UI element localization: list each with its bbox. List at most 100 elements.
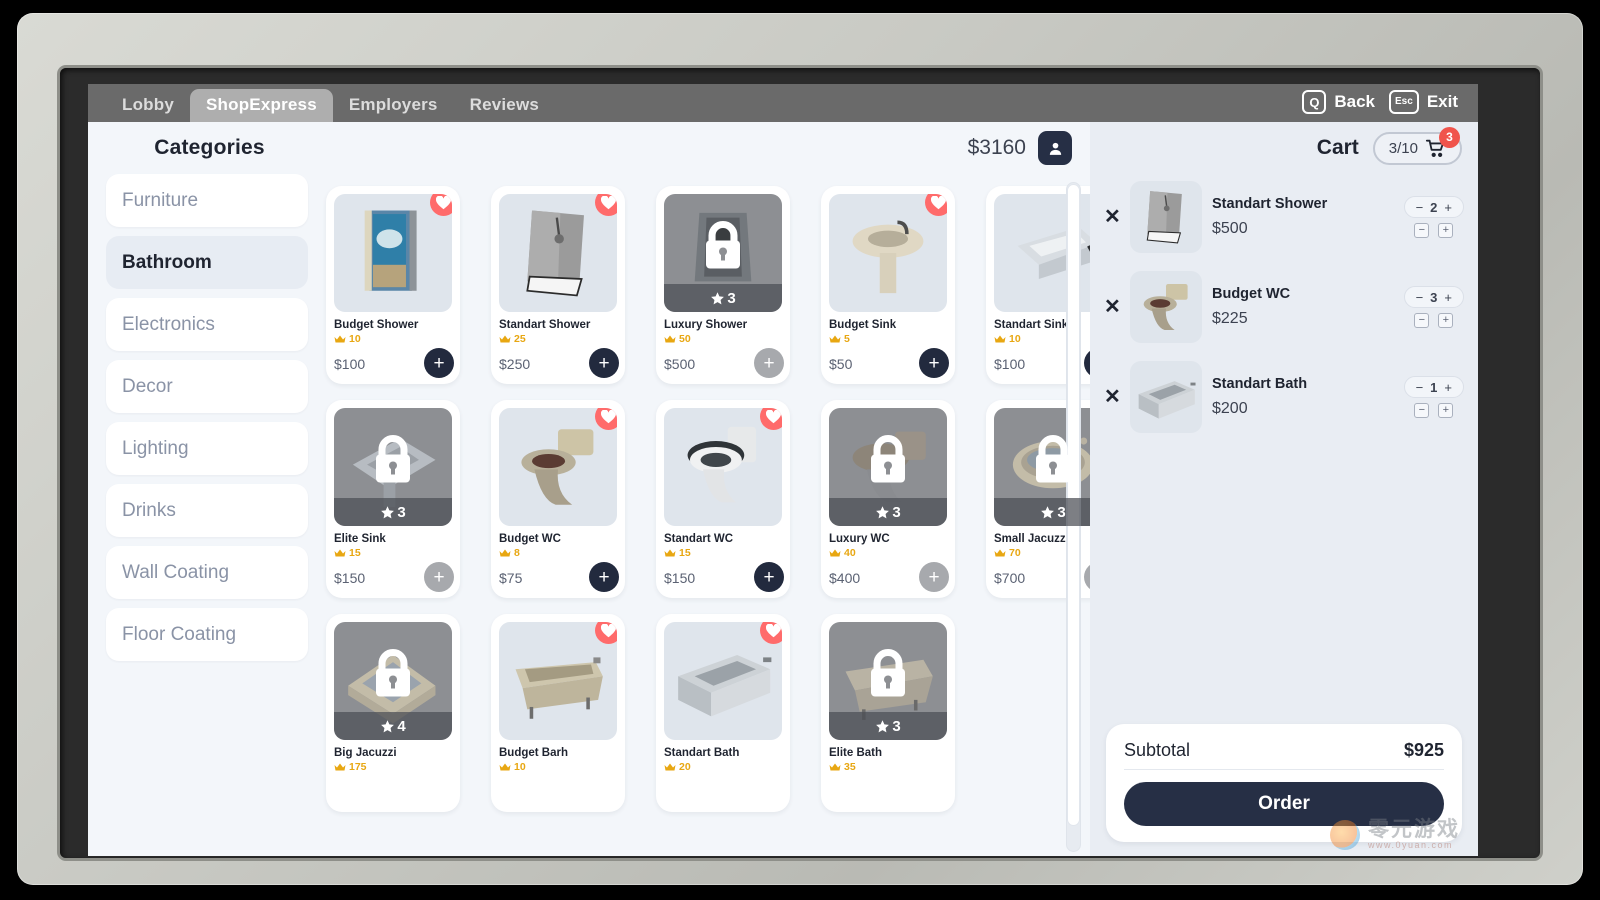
quantity-minus-sign: − xyxy=(1415,199,1424,215)
product-card[interactable]: Budget WC 8 $75 + xyxy=(491,400,625,598)
product-card[interactable]: Standart Bath 20 xyxy=(656,614,790,812)
product-price: $75 xyxy=(499,570,523,586)
exit-button[interactable]: Exit xyxy=(1427,92,1458,112)
reputation-value: 20 xyxy=(679,761,691,773)
sidebar-item-decor[interactable]: Decor xyxy=(106,360,308,413)
remove-item-button[interactable]: ✕ xyxy=(1104,297,1121,317)
add-to-cart-button[interactable]: + xyxy=(754,562,784,592)
product-card[interactable]: 3 Luxury WC 40 $400 + xyxy=(821,400,955,598)
product-grid: Budget Shower 10 $100 + Standart Shower 25… xyxy=(326,174,1090,812)
sidebar-item-furniture[interactable]: Furniture xyxy=(106,174,308,227)
decrease-quantity-button[interactable]: − xyxy=(1414,313,1430,328)
topbar-shortcuts: Q Back Esc Exit xyxy=(1302,90,1464,114)
product-card[interactable]: 3 Elite Bath 35 xyxy=(821,614,955,812)
product-star-requirement: 3 xyxy=(334,498,452,526)
product-name: Big Jacuzzi xyxy=(334,747,397,759)
nav-tab-reviews[interactable]: Reviews xyxy=(454,89,555,122)
crown-icon xyxy=(499,763,511,771)
increase-quantity-button[interactable]: + xyxy=(1438,403,1454,418)
cart-item-price: $200 xyxy=(1212,400,1248,417)
add-to-cart-button[interactable]: + xyxy=(589,562,619,592)
cart-capacity-indicator[interactable]: 3/10 3 xyxy=(1372,126,1462,165)
star-icon xyxy=(876,719,890,732)
product-name: Elite Sink xyxy=(334,533,386,545)
star-value: 4 xyxy=(397,717,406,735)
product-card[interactable]: Budget Barh 10 xyxy=(491,614,625,812)
product-grid-wrapper: Budget Shower 10 $100 + Standart Shower 25… xyxy=(320,174,1090,856)
sidebar-item-bathroom[interactable]: Bathroom xyxy=(106,236,308,289)
product-card[interactable]: 3 Elite Sink 15 $150 + xyxy=(326,400,460,598)
product-reputation: 25 xyxy=(499,333,617,345)
decrease-quantity-button[interactable]: − xyxy=(1414,223,1430,238)
product-star-requirement: 4 xyxy=(334,712,452,740)
sidebar-item-electronics[interactable]: Electronics xyxy=(106,298,308,351)
crown-icon xyxy=(829,335,841,343)
categories-sidebar: Furniture Bathroom Electronics Decor Lig… xyxy=(88,174,320,856)
product-card[interactable]: Standart WC 15 $150 + xyxy=(656,400,790,598)
sidebar-item-label: Lighting xyxy=(122,437,189,459)
shop-header: Categories $3160 xyxy=(88,122,1090,174)
product-card[interactable]: Budget Sink 5 $50 + xyxy=(821,186,955,384)
product-card-footer xyxy=(334,782,452,802)
star-icon xyxy=(1041,505,1055,518)
nav-tab-employers[interactable]: Employers xyxy=(333,89,454,122)
add-to-cart-button[interactable]: + xyxy=(919,348,949,378)
back-key-icon: Q xyxy=(1302,90,1327,114)
cart-item-info: Standart Shower $500 xyxy=(1212,196,1394,238)
product-thumbnail xyxy=(664,408,782,526)
heart-icon xyxy=(601,195,616,209)
product-price: $100 xyxy=(994,356,1026,372)
product-reputation: 15 xyxy=(664,547,782,559)
quantity-pill: −1 + xyxy=(1403,376,1464,398)
product-card[interactable]: 4 Big Jacuzzi 175 xyxy=(326,614,460,812)
decrease-quantity-button[interactable]: − xyxy=(1414,403,1430,418)
nav-tab-shopexpress[interactable]: ShopExpress xyxy=(190,89,333,122)
person-icon[interactable] xyxy=(1038,131,1072,165)
cart-footer: Subtotal $925 Order xyxy=(1090,724,1478,856)
product-card[interactable]: Budget Shower 10 $100 + xyxy=(326,186,460,384)
reputation-value: 175 xyxy=(349,761,367,773)
quantity-minus-sign: − xyxy=(1415,289,1424,305)
lock-icon xyxy=(871,649,905,697)
product-name: Luxury WC xyxy=(829,533,890,545)
product-card-footer xyxy=(499,782,617,802)
sidebar-item-label: Electronics xyxy=(122,313,215,335)
product-reputation: 175 xyxy=(334,761,452,773)
cart-item-price: $225 xyxy=(1212,310,1248,327)
cart-item-name: Standart Shower xyxy=(1212,196,1328,212)
product-reputation: 10 xyxy=(334,333,452,345)
sidebar-item-wall-coating[interactable]: Wall Coating xyxy=(106,546,308,599)
nav-tab-lobby[interactable]: Lobby xyxy=(106,89,190,122)
product-thumbnail: 3 xyxy=(334,408,452,526)
crown-icon xyxy=(664,335,676,343)
add-to-cart-button: + xyxy=(424,562,454,592)
increase-quantity-button[interactable]: + xyxy=(1438,223,1454,238)
sidebar-item-drinks[interactable]: Drinks xyxy=(106,484,308,537)
crown-icon xyxy=(829,549,841,557)
sidebar-item-lighting[interactable]: Lighting xyxy=(106,422,308,475)
shop-main: Furniture Bathroom Electronics Decor Lig… xyxy=(88,174,1090,856)
product-star-requirement: 3 xyxy=(829,498,947,526)
remove-item-button[interactable]: ✕ xyxy=(1104,207,1121,227)
add-to-cart-button[interactable]: + xyxy=(424,348,454,378)
product-reputation: 8 xyxy=(499,547,617,559)
add-to-cart-button[interactable]: + xyxy=(589,348,619,378)
product-thumbnail xyxy=(664,622,782,740)
back-button[interactable]: Back xyxy=(1334,92,1375,112)
remove-item-button[interactable]: ✕ xyxy=(1104,387,1121,407)
add-to-cart-button: + xyxy=(754,348,784,378)
quantity-plus-sign: + xyxy=(1444,199,1452,215)
product-card[interactable]: 3 Luxury Shower 50 $500 + xyxy=(656,186,790,384)
product-name: Standart Shower xyxy=(499,319,591,331)
increase-quantity-button[interactable]: + xyxy=(1438,313,1454,328)
subtotal-row: Subtotal $925 xyxy=(1124,740,1444,770)
crown-icon xyxy=(499,335,511,343)
product-thumbnail xyxy=(499,408,617,526)
product-card[interactable]: Standart Shower 25 $250 + xyxy=(491,186,625,384)
star-value: 3 xyxy=(397,503,406,521)
sidebar-item-label: Bathroom xyxy=(122,251,212,273)
quantity-plus-sign: + xyxy=(1444,289,1452,305)
cart-item-thumbnail xyxy=(1130,361,1202,433)
sidebar-item-floor-coating[interactable]: Floor Coating xyxy=(106,608,308,661)
order-button[interactable]: Order xyxy=(1124,782,1444,826)
